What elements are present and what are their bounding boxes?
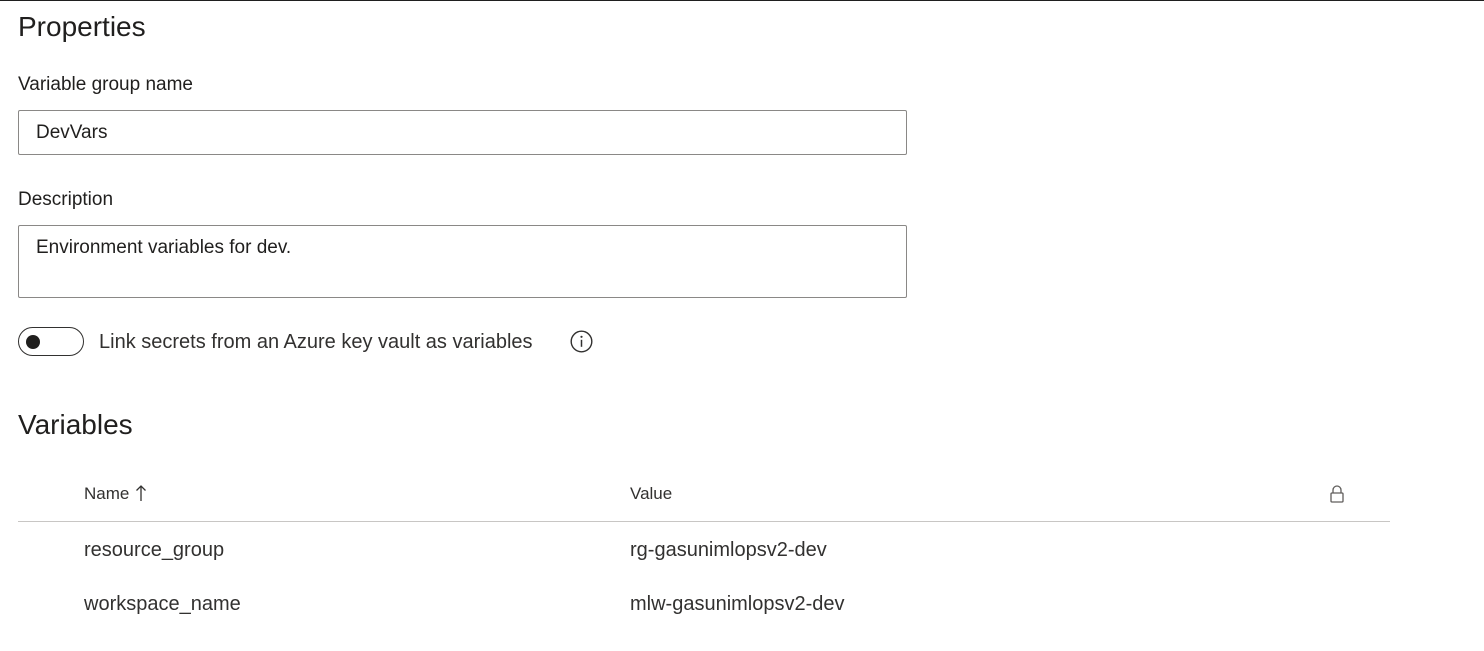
variables-title: Variables bbox=[18, 409, 133, 440]
description-input[interactable]: Environment variables for dev. bbox=[18, 225, 907, 298]
properties-title: Properties bbox=[18, 11, 146, 42]
sort-ascending-icon bbox=[136, 485, 147, 501]
variable-group-name-input[interactable] bbox=[18, 110, 907, 155]
column-header-value[interactable]: Value bbox=[630, 483, 672, 505]
table-header: Name Value bbox=[18, 470, 1390, 522]
keyvault-toggle[interactable] bbox=[18, 327, 84, 356]
info-icon[interactable] bbox=[570, 330, 593, 353]
variable-name-cell: workspace_name bbox=[84, 593, 241, 615]
variable-name-cell: resource_group bbox=[84, 539, 225, 561]
variables-table: Name Value resource_group rg-gasunimlops… bbox=[18, 470, 1390, 630]
column-header-name-label: Name bbox=[84, 484, 130, 503]
toggle-knob bbox=[26, 335, 40, 349]
table-row[interactable]: workspace_name mlw-gasunimlopsv2-dev bbox=[18, 576, 1390, 630]
column-header-name[interactable]: Name bbox=[84, 483, 147, 505]
keyvault-toggle-label: Link secrets from an Azure key vault as … bbox=[99, 331, 533, 353]
table-row[interactable]: resource_group rg-gasunimlopsv2-dev bbox=[18, 522, 1390, 576]
variable-value-cell: rg-gasunimlopsv2-dev bbox=[630, 539, 827, 561]
variable-group-name-label: Variable group name bbox=[18, 74, 193, 95]
variable-group-page: Properties Variable group name Descripti… bbox=[0, 0, 1484, 651]
variable-value-cell: mlw-gasunimlopsv2-dev bbox=[630, 593, 845, 615]
lock-icon[interactable] bbox=[1329, 484, 1345, 504]
description-label: Description bbox=[18, 189, 114, 210]
